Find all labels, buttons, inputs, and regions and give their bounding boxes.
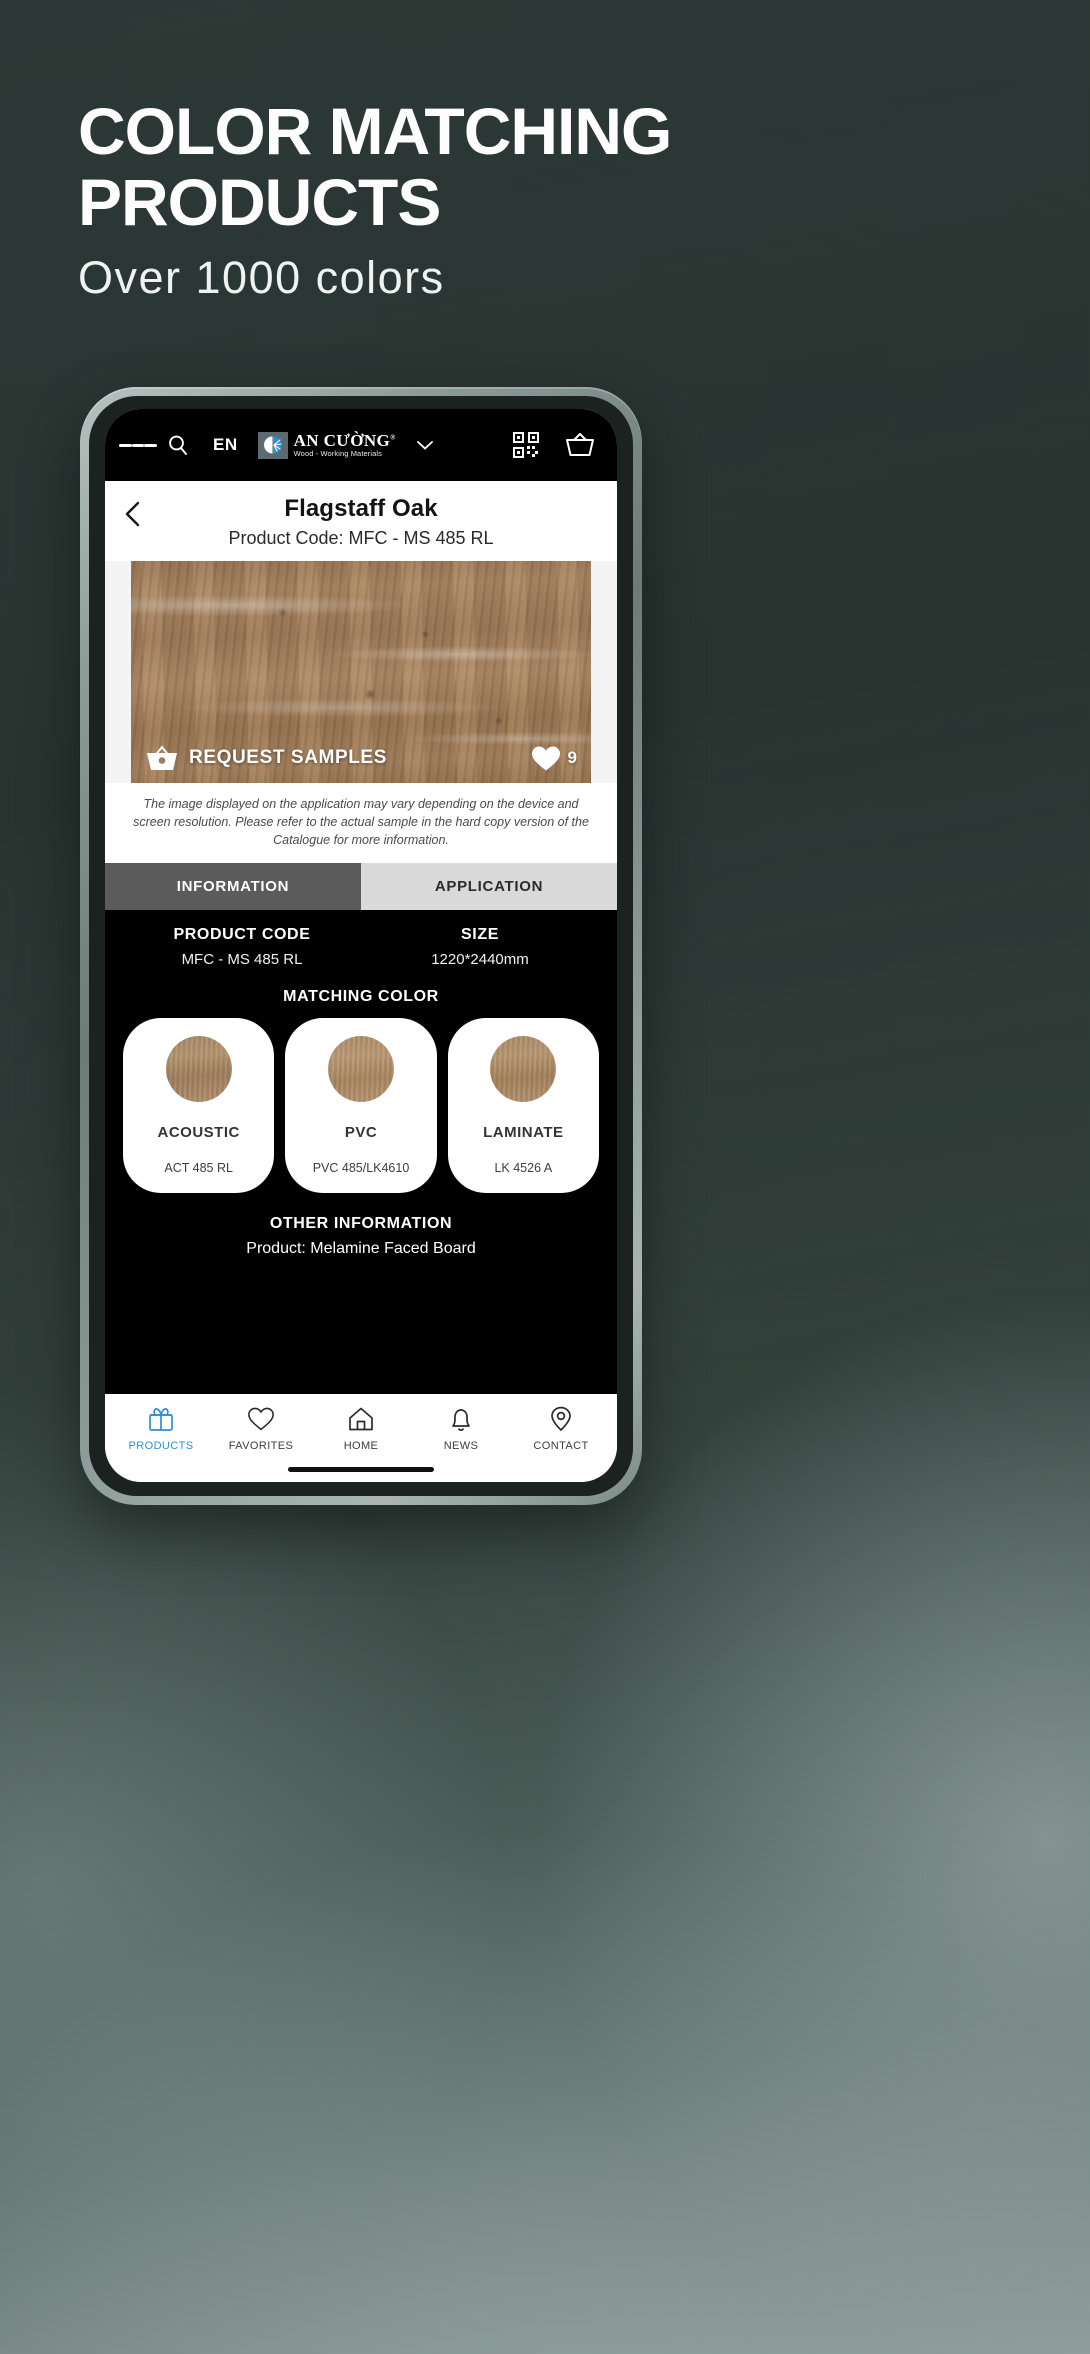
brand-text: AN CƯỜNG® Wood - Working Materials bbox=[294, 432, 396, 458]
nav-label-favorites: FAVORITES bbox=[228, 1440, 294, 1452]
app-header: EN AN CƯỜNG® Wood - Working Materials bbox=[105, 409, 617, 481]
bell-icon bbox=[452, 1409, 470, 1432]
home-indicator-area bbox=[105, 1456, 617, 1482]
nav-item-contact[interactable]: CONTACT bbox=[511, 1405, 611, 1452]
brand-name-text: AN CƯỜNG bbox=[293, 431, 391, 451]
page-title: COLOR MATCHING PRODUCTS bbox=[78, 94, 978, 240]
matching-color-card[interactable]: PVC PVC 485/LK4610 bbox=[285, 1018, 437, 1194]
detail-tabs: INFORMATION APPLICATION bbox=[105, 863, 617, 911]
other-information-value: Product: Melamine Faced Board bbox=[246, 1240, 476, 1258]
headline-line-2: PRODUCTS bbox=[78, 165, 441, 240]
color-swatch-icon bbox=[490, 1036, 557, 1103]
heart-outline-icon bbox=[248, 1407, 274, 1431]
basket-icon bbox=[147, 745, 177, 770]
back-chevron-icon[interactable] bbox=[121, 499, 147, 529]
brand-name: AN CƯỜNG® bbox=[294, 432, 396, 449]
nav-label-contact: CONTACT bbox=[533, 1440, 589, 1452]
matching-color-code: LK 4526 A bbox=[494, 1161, 553, 1176]
product-code-value: MFC - MS 485 RL bbox=[181, 951, 303, 969]
image-disclaimer: The image displayed on the application m… bbox=[105, 783, 617, 864]
product-image-area: REQUEST SAMPLES 9 bbox=[105, 561, 617, 783]
brand-mark-icon bbox=[257, 431, 288, 459]
nav-label-home: HOME bbox=[343, 1440, 379, 1452]
color-swatch-icon bbox=[327, 1036, 394, 1103]
heart-filled-icon bbox=[531, 746, 560, 770]
phone-screen: EN AN CƯỜNG® Wood - Working Materials Fl… bbox=[105, 409, 617, 1482]
nav-item-favorites[interactable]: FAVORITES bbox=[211, 1405, 311, 1452]
language-selector[interactable]: EN bbox=[213, 435, 238, 455]
request-samples-label: REQUEST SAMPLES bbox=[189, 747, 387, 768]
product-title-bar: Flagstaff Oak Product Code: MFC - MS 485… bbox=[105, 481, 617, 561]
nav-label-products: PRODUCTS bbox=[128, 1440, 194, 1452]
shopping-basket-icon[interactable] bbox=[561, 432, 599, 458]
header-actions bbox=[507, 432, 603, 458]
bottom-navigation: PRODUCTS FAVORITES HOME NEWS CONTACT bbox=[105, 1394, 617, 1456]
home-icon bbox=[349, 1407, 373, 1431]
brand-logo[interactable]: AN CƯỜNG® Wood - Working Materials bbox=[257, 431, 396, 459]
nav-item-home[interactable]: HOME bbox=[311, 1405, 411, 1452]
product-code-line: Product Code: MFC - MS 485 RL bbox=[228, 528, 494, 548]
specs-row: PRODUCT CODE MFC - MS 485 RL SIZE 1220*2… bbox=[123, 926, 599, 968]
matching-color-code: ACT 485 RL bbox=[164, 1161, 233, 1176]
size-label: SIZE bbox=[461, 926, 499, 944]
qr-code-icon[interactable] bbox=[507, 432, 545, 458]
matching-color-list: ACOUSTIC ACT 485 RL PVC PVC 485/LK4610 L… bbox=[123, 1018, 599, 1194]
product-code-label: PRODUCT CODE bbox=[173, 926, 311, 944]
product-image[interactable]: REQUEST SAMPLES 9 bbox=[131, 561, 591, 783]
matching-color-name: PVC bbox=[344, 1124, 378, 1142]
color-swatch-icon bbox=[165, 1036, 232, 1103]
matching-color-card[interactable]: ACOUSTIC ACT 485 RL bbox=[123, 1018, 275, 1194]
matching-color-card[interactable]: LAMINATE LK 4526 A bbox=[447, 1018, 599, 1194]
tab-information[interactable]: INFORMATION bbox=[105, 863, 361, 911]
map-pin-icon bbox=[551, 1406, 571, 1432]
matching-color-name: LAMINATE bbox=[483, 1124, 564, 1142]
favorite-count: 9 bbox=[567, 748, 577, 767]
page-subtitle: Over 1000 colors bbox=[78, 252, 445, 303]
nav-item-products[interactable]: PRODUCTS bbox=[111, 1405, 211, 1452]
size-value: 1220*2440mm bbox=[431, 951, 529, 969]
hero-actions: REQUEST SAMPLES 9 bbox=[131, 743, 591, 773]
matching-color-title: MATCHING COLOR bbox=[283, 988, 439, 1006]
matching-color-name: ACOUSTIC bbox=[157, 1124, 240, 1142]
request-samples-button[interactable]: REQUEST SAMPLES bbox=[145, 743, 387, 773]
phone-mockup-frame: EN AN CƯỜNG® Wood - Working Materials Fl… bbox=[80, 387, 642, 1505]
search-icon[interactable] bbox=[159, 433, 197, 457]
product-name: Flagstaff Oak bbox=[284, 495, 438, 522]
brand-tagline: Wood - Working Materials bbox=[293, 449, 383, 459]
phone-bezel: EN AN CƯỜNG® Wood - Working Materials Fl… bbox=[89, 396, 633, 1496]
spec-size: SIZE 1220*2440mm bbox=[361, 926, 599, 968]
registered-mark: ® bbox=[390, 433, 396, 442]
chevron-down-icon[interactable] bbox=[412, 439, 438, 451]
headline-line-1: COLOR MATCHING bbox=[78, 94, 672, 168]
matching-color-code: PVC 485/LK4610 bbox=[312, 1161, 410, 1176]
home-indicator-bar[interactable] bbox=[288, 1466, 434, 1472]
nav-label-news: NEWS bbox=[443, 1440, 479, 1452]
products-icon bbox=[149, 1408, 173, 1431]
tab-application[interactable]: APPLICATION bbox=[361, 863, 617, 911]
other-information-title: OTHER INFORMATION bbox=[269, 1215, 453, 1233]
nav-item-news[interactable]: NEWS bbox=[411, 1405, 511, 1452]
hamburger-menu-icon[interactable] bbox=[119, 439, 158, 451]
spec-product-code: PRODUCT CODE MFC - MS 485 RL bbox=[123, 926, 361, 968]
information-panel: PRODUCT CODE MFC - MS 485 RL SIZE 1220*2… bbox=[105, 910, 617, 1394]
favorite-toggle[interactable]: 9 bbox=[531, 745, 577, 772]
